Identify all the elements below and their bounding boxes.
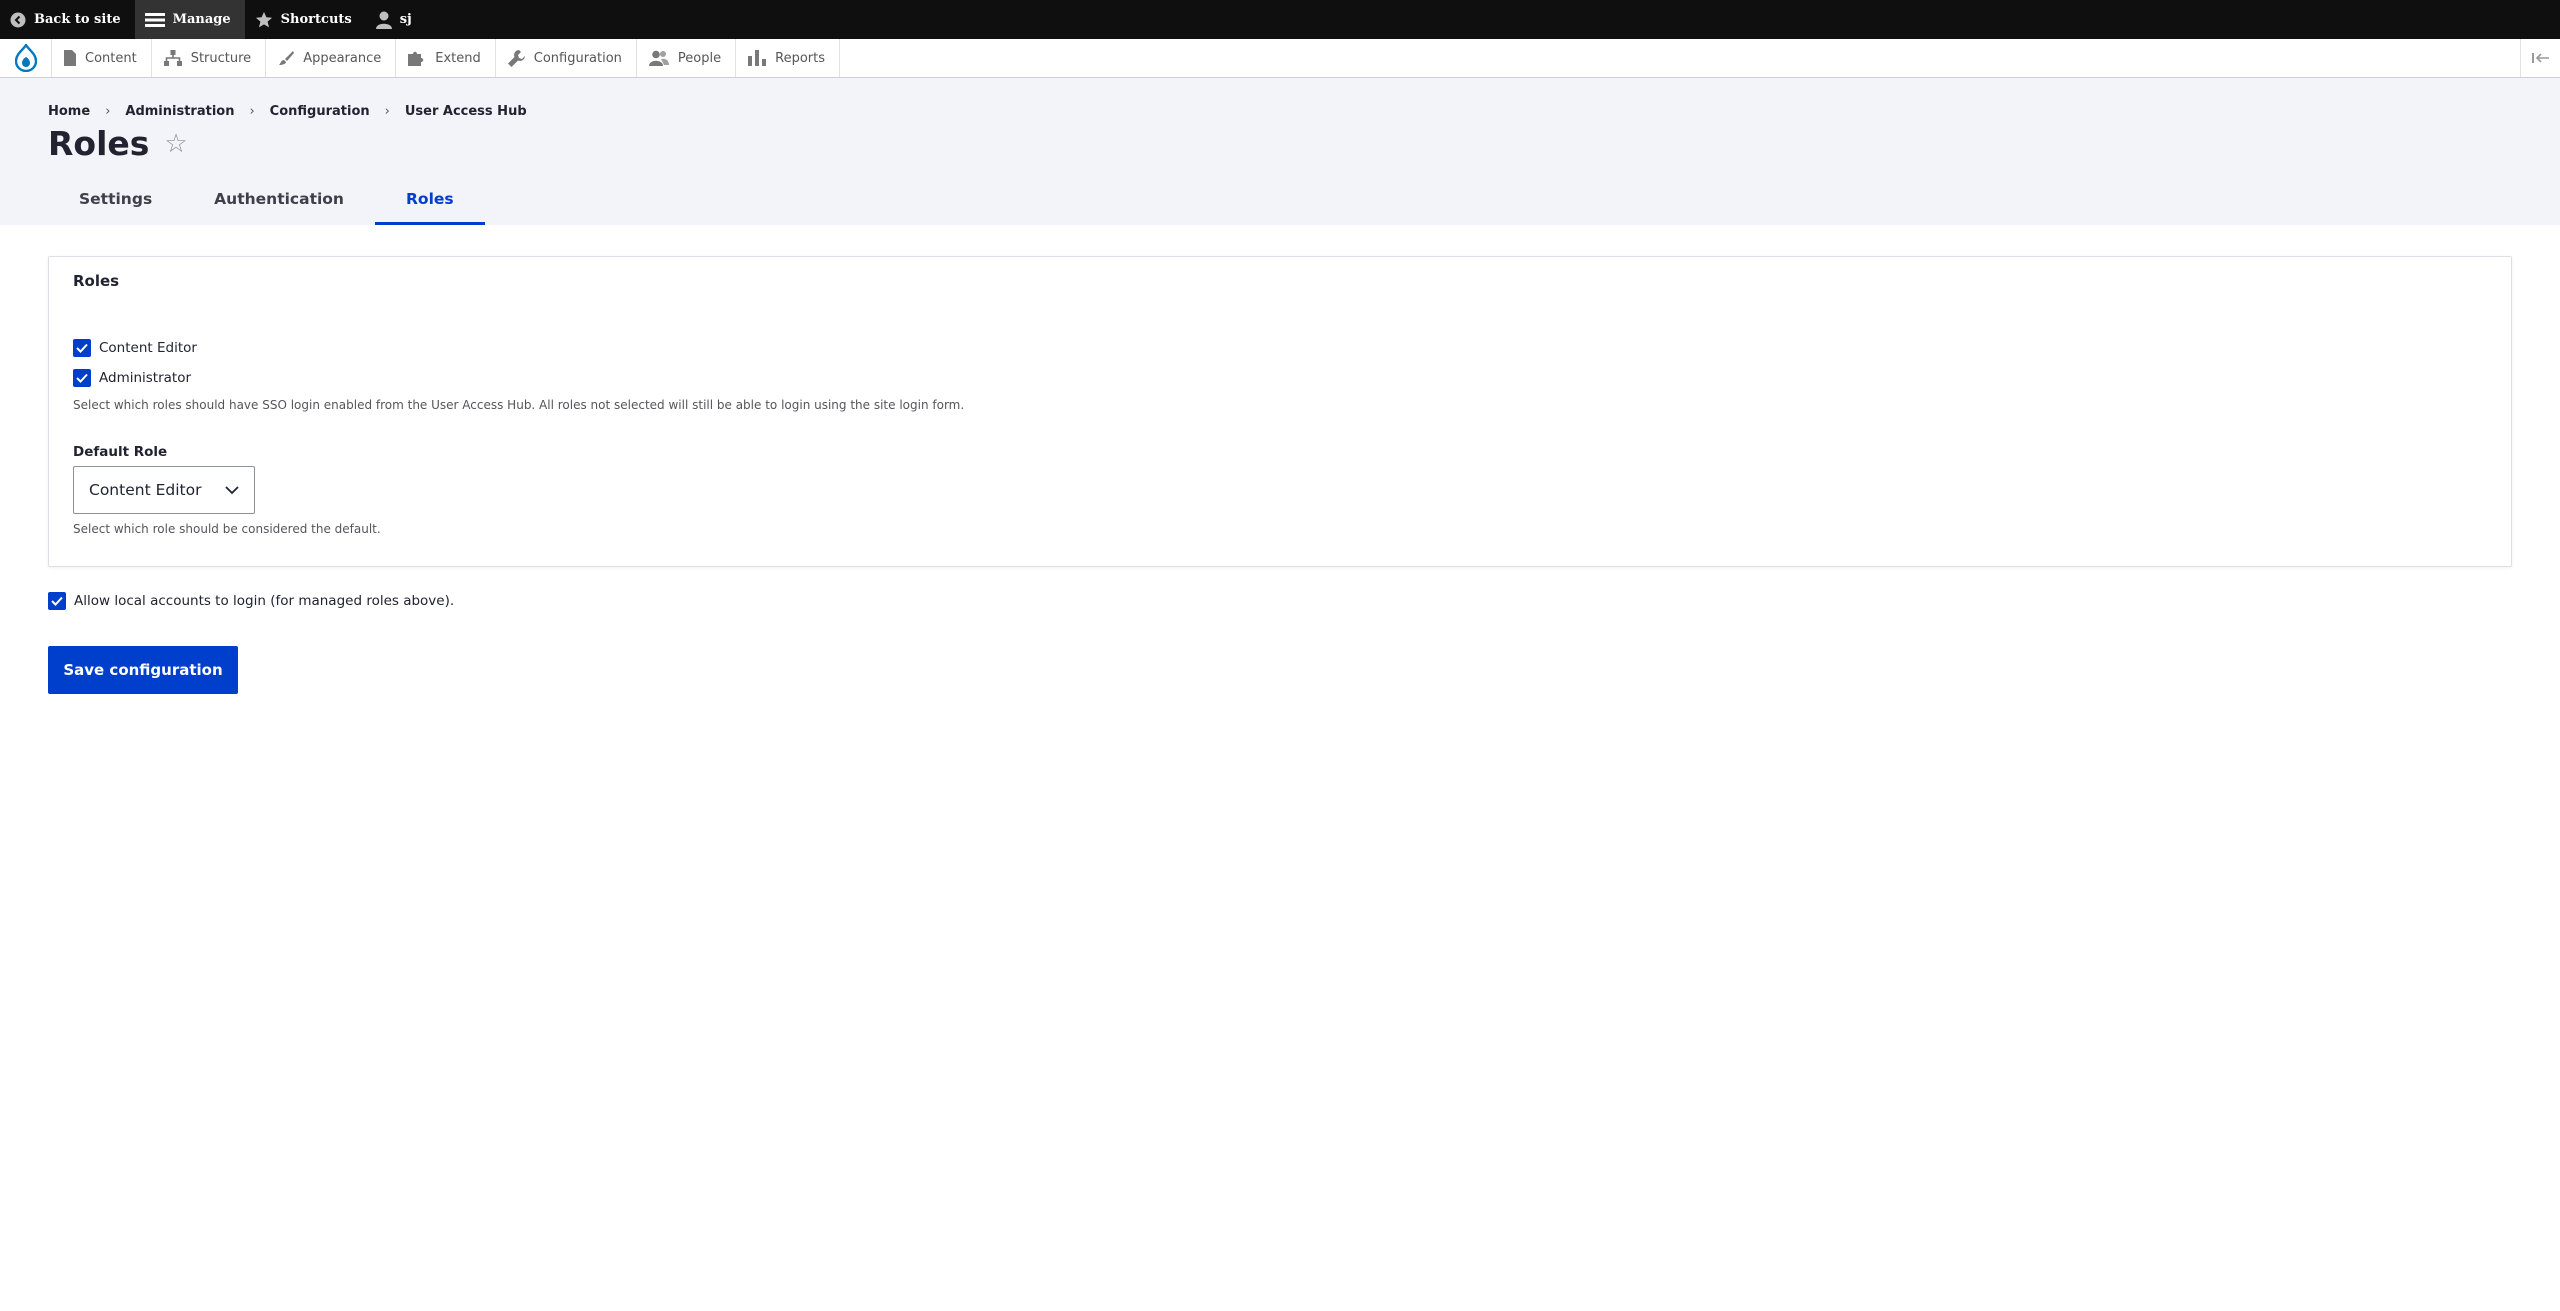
back-to-site-label: Back to site [34, 12, 121, 27]
content-editor-checkbox[interactable] [73, 339, 91, 357]
user-icon [375, 11, 392, 29]
default-role-label: Default Role [73, 444, 168, 460]
menu-item-reports[interactable]: Reports [736, 39, 840, 77]
tab-authentication[interactable]: Authentication [183, 179, 375, 225]
content-editor-label: Content Editor [99, 340, 197, 356]
star-icon [255, 11, 272, 27]
checkmark-icon [76, 373, 88, 383]
menu-item-appearance[interactable]: Appearance [266, 39, 397, 77]
orientation-toggle[interactable] [2520, 39, 2560, 77]
default-role-select[interactable]: Content Editor [73, 466, 255, 514]
page-header: Home › Administration › Configuration › … [0, 78, 2560, 225]
page-title-wrap: Roles ☆ [48, 124, 188, 164]
chevron-down-icon [225, 486, 239, 495]
paintbrush-icon [279, 51, 295, 65]
breadcrumb-separator: › [105, 104, 111, 119]
menu-item-content-label: Content [85, 50, 137, 66]
user-label: sj [399, 12, 412, 27]
menu-item-people[interactable]: People [637, 39, 737, 77]
back-to-site-link[interactable]: Back to site [0, 0, 135, 39]
user-tab[interactable]: sj [366, 0, 426, 39]
tab-roles[interactable]: Roles [374, 179, 485, 225]
menu-item-people-label: People [677, 50, 722, 66]
puzzle-icon [408, 51, 424, 66]
breadcrumb-home[interactable]: Home [48, 104, 90, 119]
page-title: Roles [48, 124, 150, 163]
menu-item-extend-label: Extend [435, 50, 481, 66]
hamburger-icon [144, 12, 165, 27]
people-icon [648, 50, 669, 66]
breadcrumb-configuration[interactable]: Configuration [270, 104, 370, 119]
breadcrumb-separator: › [249, 104, 255, 119]
breadcrumb-user-access-hub[interactable]: User Access Hub [405, 104, 527, 119]
manage-tab[interactable]: Manage [134, 0, 245, 39]
role-option-content-editor[interactable]: Content Editor [73, 339, 197, 357]
admin-toolbar: Back to site Manage Shortcuts sj [0, 0, 2560, 39]
menu-item-content[interactable]: Content [52, 39, 152, 77]
back-arrow-icon [10, 12, 26, 27]
menu-item-structure-label: Structure [190, 50, 252, 66]
menu-item-appearance-label: Appearance [303, 50, 382, 66]
bar-chart-icon [748, 50, 767, 66]
wrench-icon [507, 49, 525, 67]
menu-item-reports-label: Reports [775, 50, 825, 66]
drupal-logo[interactable] [0, 39, 52, 77]
administrator-checkbox[interactable] [73, 369, 91, 387]
role-option-administrator[interactable]: Administrator [73, 369, 191, 387]
allow-local-accounts-checkbox[interactable] [48, 592, 66, 610]
menu-item-configuration-label: Configuration [533, 50, 622, 66]
collapse-arrow-icon [2531, 53, 2549, 63]
local-tabs: Settings Authentication Roles [48, 179, 485, 225]
tab-settings[interactable]: Settings [48, 179, 183, 225]
menu-item-structure[interactable]: Structure [152, 39, 267, 77]
save-configuration-button[interactable]: Save configuration [48, 646, 238, 694]
default-role-description: Select which role should be considered t… [73, 522, 381, 536]
breadcrumb: Home › Administration › Configuration › … [48, 104, 527, 119]
add-shortcut-star-icon[interactable]: ☆ [164, 124, 187, 164]
administrator-label: Administrator [99, 370, 192, 386]
menu-item-extend[interactable]: Extend [396, 39, 496, 77]
allow-local-accounts-option[interactable]: Allow local accounts to login (for manag… [48, 592, 454, 610]
document-icon [64, 50, 76, 66]
checkmark-icon [51, 596, 63, 606]
default-role-value: Content Editor [89, 481, 202, 499]
roles-fieldset: Roles Content Editor Administrator Selec… [48, 256, 2512, 567]
shortcuts-label: Shortcuts [280, 12, 352, 27]
roles-description: Select which roles should have SSO login… [73, 398, 965, 412]
shortcuts-tab[interactable]: Shortcuts [245, 0, 366, 39]
drupal-drop-icon [14, 44, 37, 72]
breadcrumb-administration[interactable]: Administration [125, 104, 234, 119]
menu-item-configuration[interactable]: Configuration [496, 39, 637, 77]
manage-label: Manage [172, 12, 231, 27]
breadcrumb-separator: › [384, 104, 390, 119]
sitemap-icon [163, 50, 182, 66]
allow-local-accounts-label: Allow local accounts to login (for manag… [74, 593, 455, 609]
admin-tray: Content Structure Appearance Extend Conf… [0, 39, 2560, 78]
checkmark-icon [76, 343, 88, 353]
tray-spacer [840, 39, 2520, 77]
roles-legend: Roles [73, 272, 120, 290]
